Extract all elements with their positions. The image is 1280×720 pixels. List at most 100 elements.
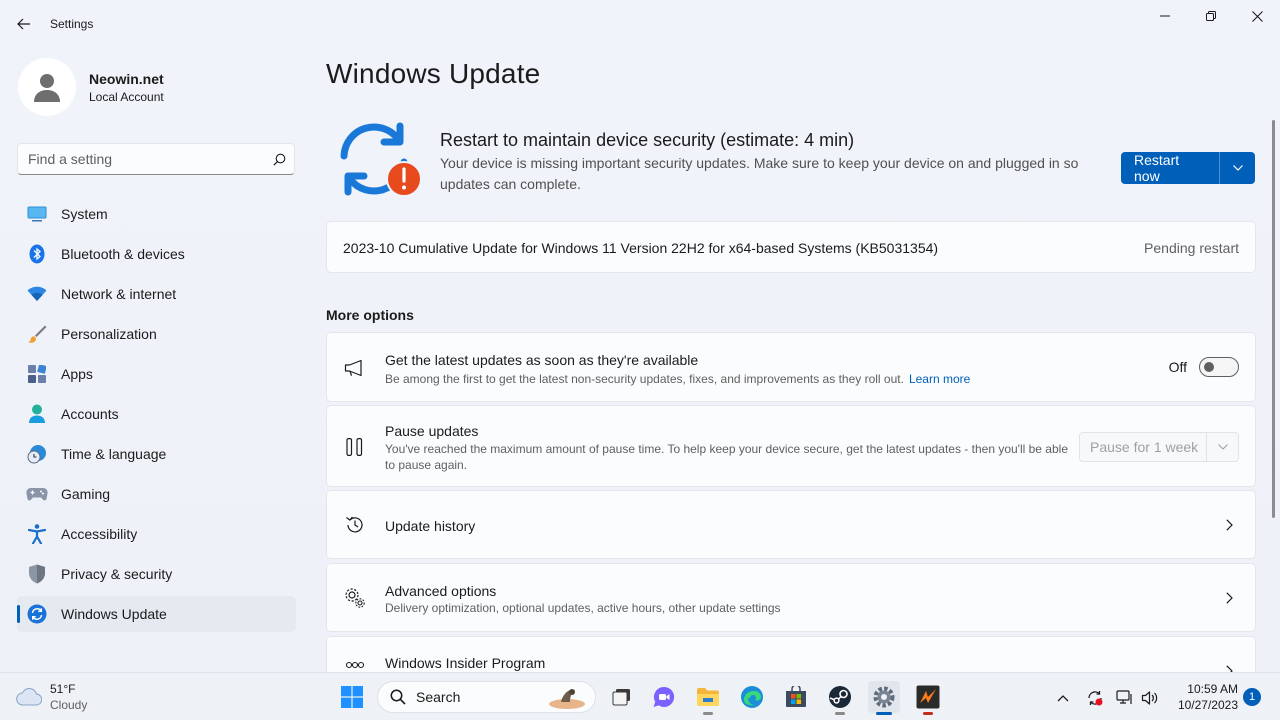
profile-account-type: Local Account <box>89 89 164 104</box>
task-view-button[interactable] <box>606 681 638 713</box>
accounts-icon <box>26 403 48 425</box>
option-title: Pause updates <box>385 423 479 439</box>
sync-status-icon[interactable] <box>1086 689 1104 707</box>
volume-icon[interactable] <box>1141 689 1159 707</box>
sidebar-item-label: Accounts <box>61 406 119 422</box>
pause-duration-value: Pause for 1 week <box>1090 439 1199 455</box>
close-icon <box>1251 10 1263 22</box>
gamepad-icon <box>26 483 48 505</box>
microsoft-store-button[interactable] <box>780 681 812 713</box>
chevron-up-icon <box>1057 695 1069 702</box>
restart-banner-description: Your device is missing important securit… <box>440 155 1079 192</box>
sidebar-item-time-language[interactable]: Time & language <box>17 436 296 472</box>
settings-search-box[interactable] <box>17 143 295 175</box>
edge-browser-button[interactable] <box>736 681 768 713</box>
active-indicator <box>876 712 892 715</box>
sidebar-item-accounts[interactable]: Accounts <box>17 396 296 432</box>
advanced-options-row[interactable]: Advanced options Delivery optimization, … <box>326 563 1256 632</box>
title-bar: Settings <box>0 0 1280 48</box>
minimize-button[interactable] <box>1142 4 1188 28</box>
edge-icon <box>741 686 763 708</box>
chevron-right-icon <box>1221 517 1237 533</box>
settings-window: Settings Neowin.net Local Account Find a… <box>0 0 1280 672</box>
app-logo-icon <box>916 685 940 709</box>
update-status: Pending restart <box>1144 240 1239 256</box>
network-icon[interactable] <box>1116 689 1134 707</box>
option-title: Update history <box>385 518 476 534</box>
sidebar-item-label: Personalization <box>61 326 157 342</box>
sidebar-item-personalization[interactable]: Personalization <box>17 316 296 352</box>
pause-icon <box>343 435 367 459</box>
app-taskbar-button[interactable] <box>912 681 944 715</box>
clock-date: 10/27/2023 <box>1177 698 1238 712</box>
update-history-row[interactable]: Update history <box>326 490 1256 559</box>
sidebar-item-apps[interactable]: Apps <box>17 356 296 392</box>
teams-chat-button[interactable] <box>648 681 680 713</box>
learn-more-link[interactable]: Learn more <box>909 372 970 386</box>
wifi-icon <box>26 283 48 305</box>
search-input[interactable] <box>18 144 264 174</box>
start-button[interactable] <box>336 681 368 713</box>
apps-icon <box>26 363 48 385</box>
brush-icon <box>26 323 48 345</box>
sidebar-item-bluetooth[interactable]: Bluetooth & devices <box>17 236 296 272</box>
windows-insider-row[interactable]: Windows Insider Program <box>326 636 1256 672</box>
user-profile[interactable]: Neowin.net Local Account <box>18 58 164 116</box>
close-button[interactable] <box>1234 4 1280 28</box>
gear-icon <box>873 686 895 708</box>
chevron-down-icon <box>1206 433 1238 461</box>
megaphone-icon <box>343 356 367 380</box>
restart-now-button[interactable]: Restart now <box>1121 152 1219 184</box>
taskbar-search[interactable]: Search <box>377 681 596 713</box>
sidebar-item-label: Accessibility <box>61 526 138 542</box>
folder-icon <box>697 688 719 706</box>
toggle-state-label: Off <box>1168 359 1187 375</box>
restart-required-banner: Restart to maintain device security (est… <box>326 118 1256 208</box>
steam-button[interactable] <box>824 681 856 715</box>
sidebar-item-system[interactable]: System <box>17 196 296 232</box>
time-language-icon <box>26 443 48 465</box>
system-clock[interactable]: 10:59 AM 10/27/2023 <box>1170 681 1238 713</box>
show-hidden-icons-button[interactable] <box>1054 689 1072 707</box>
option-description: You've reached the maximum amount of pau… <box>385 442 1068 472</box>
search-icon <box>390 689 406 705</box>
taskbar: 51°F Cloudy Search 10:59 AM 10/27/2023 1 <box>0 672 1280 720</box>
task-view-icon <box>612 689 630 706</box>
pause-duration-select[interactable]: Pause for 1 week <box>1079 432 1239 462</box>
sidebar-item-privacy[interactable]: Privacy & security <box>17 556 296 592</box>
restart-banner-title: Restart to maintain device security (est… <box>440 130 855 150</box>
chevron-down-icon <box>1232 165 1243 171</box>
sidebar-item-network[interactable]: Network & internet <box>17 276 296 312</box>
pending-update-row: 2023-10 Cumulative Update for Windows 11… <box>326 221 1256 273</box>
restart-options-dropdown[interactable] <box>1219 152 1255 184</box>
scrollbar[interactable] <box>1272 120 1275 518</box>
avatar <box>18 58 76 116</box>
weather-widget[interactable]: 51°F Cloudy <box>16 681 87 713</box>
chevron-right-icon <box>1221 663 1237 672</box>
back-arrow-icon <box>17 18 30 30</box>
steam-icon <box>829 686 851 708</box>
sidebar-item-accessibility[interactable]: Accessibility <box>17 516 296 552</box>
page-title: Windows Update <box>326 58 541 89</box>
search-highlight-icon <box>549 689 585 709</box>
pause-updates-row: Pause updates You've reached the maximum… <box>326 405 1256 487</box>
cloud-icon <box>16 688 42 706</box>
system-icon <box>26 203 48 225</box>
sidebar-item-gaming[interactable]: Gaming <box>17 476 296 512</box>
user-avatar-icon <box>34 74 60 102</box>
back-button[interactable] <box>12 12 36 36</box>
gears-icon <box>343 586 367 610</box>
option-description-text: Be among the first to get the latest non… <box>385 372 904 386</box>
minimize-icon <box>1160 15 1170 17</box>
update-name: 2023-10 Cumulative Update for Windows 11… <box>343 240 939 256</box>
search-icon[interactable] <box>264 153 294 166</box>
latest-updates-toggle[interactable] <box>1199 357 1239 377</box>
restore-icon <box>1206 11 1216 21</box>
sidebar-item-label: Privacy & security <box>61 566 173 582</box>
file-explorer-button[interactable] <box>692 681 724 715</box>
sidebar-item-windows-update[interactable]: Windows Update <box>17 596 296 632</box>
settings-taskbar-button[interactable] <box>868 681 900 715</box>
notification-badge[interactable]: 1 <box>1243 688 1261 706</box>
restore-button[interactable] <box>1188 4 1234 28</box>
sidebar-item-label: Windows Update <box>61 606 167 622</box>
